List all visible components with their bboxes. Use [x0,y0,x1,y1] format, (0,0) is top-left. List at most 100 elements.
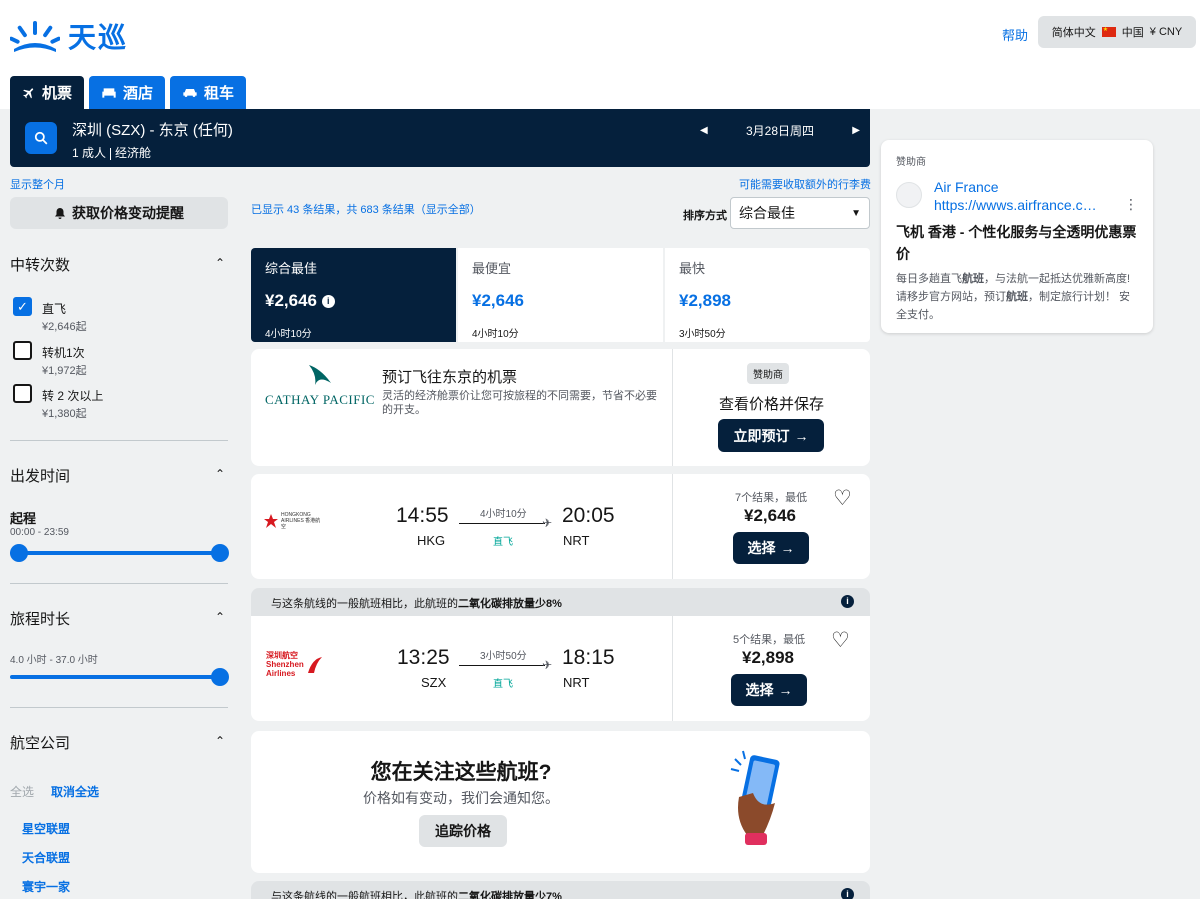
alliance-skyteam[interactable]: 天合联盟 [22,849,70,866]
ad-description: 每日多趟直飞航班，与法航一起抵达优雅新高度! 请移步官方网站，预订航班，制定旅行… [896,273,1131,321]
language-label: 简体中文 [1051,27,1096,39]
cathay-pacific-logo: CATHAY PACIFIC [265,363,375,408]
alliance-star-alliance[interactable]: 星空联盟 [22,820,70,837]
flight-path-line [459,665,545,666]
flight-duration: 4小时10分 [480,509,527,520]
flight-result-card[interactable]: HONGKONG AIRLINES 香港航空 14:55 HKG 4小时10分 … [251,474,870,579]
duration-range: 4.0 小时 - 37.0 小时 [10,655,98,666]
advertiser-name[interactable]: Air France [934,179,999,195]
button-label: 选择 [747,540,776,556]
show-month-link[interactable]: 显示整个月 [10,176,65,192]
track-subtitle: 价格如有变动，我们会通知您。 [363,790,559,806]
deselect-all-link[interactable]: 取消全选 [51,783,99,800]
select-flight-button[interactable]: 选择 → [731,674,807,706]
advertiser-url[interactable]: https://wwws.airfrance.c… [934,197,1097,213]
tab-label: 酒店 [123,85,154,102]
duration-slider-handle[interactable] [211,668,229,686]
track-title: 您在关注这些航班? [370,761,552,784]
sunrise-logo-icon [10,21,60,52]
cabin-label: 经济舱 [115,146,152,160]
departure-airport: SZX [421,675,447,690]
stops-option-label: 转 2 次以上 [42,389,104,403]
results-count-info[interactable]: 已显示 43 条结果，共 683 条结果（显示全部） [251,201,481,217]
button-label: 选择 [745,682,774,698]
sort-label: 排序方式 [683,210,727,222]
airline-name: CATHAY PACIFIC [265,392,375,407]
departure-time: 13:25 [397,646,450,669]
book-now-button[interactable]: 立即预订 → [718,419,824,452]
info-icon[interactable]: i [321,295,335,309]
results-count: 5个结果，最低 [733,634,806,646]
stops-option-label: 直飞 [42,302,67,316]
co2-note: 与这条航线的一般航班相比，此航班的 [271,598,458,610]
select-flight-button[interactable]: 选择 → [733,532,809,564]
info-icon[interactable]: i [841,888,854,899]
info-icon[interactable]: i [841,595,854,608]
tab-label: 机票 [42,85,73,102]
heart-icon[interactable]: ♡ [833,486,852,511]
plane-icon [23,87,34,98]
shenzhen-airlines-logo: 深圳航空 Shenzhen Airlines [266,651,324,678]
help-link[interactable]: 帮助 [1002,25,1028,44]
alliance-oneworld[interactable]: 寰宇一家 [22,878,70,895]
bed-icon [102,87,116,98]
stops-option-label: 转机1次 [42,346,85,360]
flight-price: ¥2,646 [744,506,796,525]
departure-slider-max-handle[interactable] [211,544,229,562]
heart-icon[interactable]: ♡ [831,628,850,653]
departure-slider-min-handle[interactable] [10,544,28,562]
sponsored-promo-card[interactable]: CATHAY PACIFIC 预订飞往东京的机票 灵活的经济舱票价让您可按旅程的… [251,349,870,466]
stops-option-price: ¥1,380起 [42,408,87,420]
price-alert-label: 获取价格变动提醒 [72,205,184,221]
sponsored-ad-panel[interactable]: 赞助商 Air France https://wwws.airfrance.c…… [881,140,1153,333]
card-divider [672,616,673,721]
flight-duration: 3小时50分 [480,651,527,662]
extra-fees-link[interactable]: 可能需要收取额外的行李费 [739,176,871,192]
locale-button[interactable]: 简体中文 中国 ¥ CNY [1038,16,1196,48]
stops-label: 直飞 [493,537,513,548]
button-label: 立即预订 [733,427,790,444]
shenzhen-airlines-swoosh-icon [308,656,322,673]
sort-tab-price: ¥2,898 [679,291,731,310]
chevron-up-icon[interactable]: ⌃ [215,734,225,748]
chevron-up-icon[interactable]: ⌃ [215,610,225,624]
stops-direct-checkbox[interactable]: ✓ [13,297,32,316]
sort-tab-name: 最快 [679,261,706,276]
tab-hotels[interactable]: 酒店 [89,76,166,109]
passenger-cabin: 1 成人 经济舱 [72,144,151,161]
ad-title[interactable]: 飞机 香港 - 个性化服务与全透明优惠票价 [896,221,1146,265]
departure-time: 14:55 [396,504,449,527]
sort-tab-cheapest[interactable]: 最便宜 ¥2,646 4小时10分 [458,248,663,342]
tab-car-hire[interactable]: 租车 [170,76,247,109]
airline-logo-text: HONGKONG AIRLINES 香港航空 [281,512,321,530]
stops-one-checkbox[interactable] [13,341,32,360]
date-label: 3月28日周四 [745,124,815,138]
promo-title: 预订飞往东京的机票 [382,369,518,386]
track-price-button[interactable]: 追踪价格 [419,815,507,847]
advertiser-favicon-icon [896,182,922,208]
tab-flights[interactable]: 机票 [10,76,85,109]
cathay-wing-icon [309,365,331,385]
plane-icon: ✈ [542,516,553,530]
skyscanner-logo[interactable]: 天巡 [10,16,128,56]
search-button[interactable] [25,122,57,154]
sort-tab-fastest[interactable]: 最快 ¥2,898 3小时50分 [665,248,870,342]
sort-tab-best[interactable]: 综合最佳 ¥2,646 i 4小时10分 [251,248,456,342]
sort-dropdown[interactable]: 综合最佳 ▼ [730,197,870,229]
flight-result-card[interactable]: 深圳航空 Shenzhen Airlines 13:25 SZX 3小时50分 … [251,616,870,721]
departure-slider-track [10,551,228,555]
sort-tab-name: 综合最佳 [265,261,318,276]
prev-date-icon[interactable]: ◀ [700,125,708,136]
chevron-up-icon[interactable]: ⌃ [215,256,225,270]
next-date-icon[interactable]: ▶ [852,125,860,136]
price-alert-button[interactable]: 获取价格变动提醒 [10,197,228,229]
co2-note-highlight: 二氧化碳排放量少7% [458,891,562,899]
search-summary[interactable]: 深圳 (SZX) - 东京 (任何) 1 成人 经济舱 ◀ 3月28日周四 ▶ [10,109,870,167]
airline-logo-text: 深圳航空 Shenzhen Airlines [266,651,304,678]
more-options-icon[interactable]: ⋮ [1124,196,1138,213]
date-navigator: ◀ 3月28日周四 ▶ [700,122,860,139]
chevron-up-icon[interactable]: ⌃ [215,467,225,481]
select-all-link[interactable]: 全选 [10,783,34,800]
stops-two-plus-checkbox[interactable] [13,384,32,403]
stops-option-price: ¥1,972起 [42,365,87,377]
